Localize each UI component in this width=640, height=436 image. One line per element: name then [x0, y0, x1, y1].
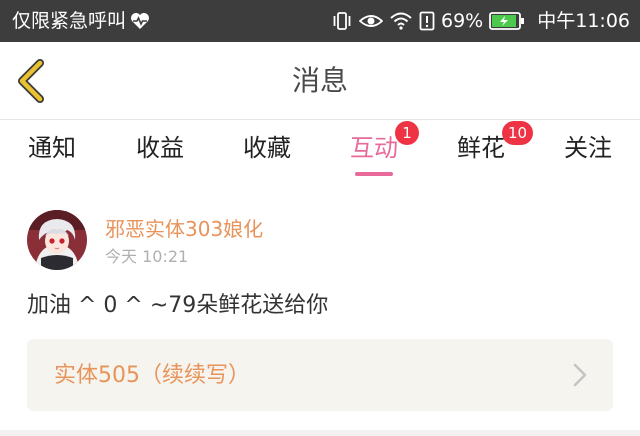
eye-icon [359, 12, 383, 30]
tab-label: 收益 [136, 134, 184, 162]
referenced-work-card[interactable]: 实体505（续续写） [27, 339, 613, 411]
heart-pulse-icon [130, 12, 150, 30]
clock: 中午11:06 [537, 10, 630, 32]
divider [0, 430, 640, 436]
tab-label: 鲜花 [457, 134, 505, 162]
tab-earnings[interactable]: 收益 [133, 133, 187, 183]
avatar[interactable] [27, 210, 87, 270]
status-left: 仅限紧急呼叫 [12, 9, 150, 33]
alert-icon [419, 11, 435, 31]
referenced-work-title: 实体505（续续写） [54, 363, 250, 388]
vibrate-icon [331, 11, 353, 31]
wifi-icon [389, 11, 413, 31]
chevron-right-icon [573, 363, 587, 387]
tab-favorites[interactable]: 收藏 [240, 133, 294, 183]
flowers-badge: 10 [502, 121, 534, 145]
status-bar: 仅限紧急呼叫 69% 中午11:06 [0, 0, 640, 42]
interactions-badge: 1 [395, 121, 419, 145]
tab-label: 互动 [350, 134, 398, 162]
status-right: 69% 中午11:06 [331, 9, 630, 33]
tab-label: 关注 [564, 134, 612, 162]
message-time: 今天 10:21 [105, 247, 189, 266]
nav-header: 消息 [0, 42, 640, 120]
username[interactable]: 邪恶实体303娘化 [105, 216, 263, 242]
tab-notifications[interactable]: 通知 [25, 133, 79, 183]
tab-label: 收藏 [243, 134, 291, 162]
battery-percent: 69% [441, 10, 484, 32]
active-tab-indicator [355, 172, 393, 176]
tab-interactions[interactable]: 互动 1 [347, 121, 419, 183]
tab-following[interactable]: 关注 [561, 133, 615, 183]
message-text: 加油 ^ 0 ^ ~79朵鲜花送给你 [27, 293, 329, 318]
emergency-call-text: 仅限紧急呼叫 [12, 10, 127, 32]
tab-bar: 通知 收益 收藏 互动 1 鲜花 10 关注 [0, 121, 640, 183]
battery-icon [489, 11, 525, 31]
tab-flowers[interactable]: 鲜花 10 [454, 121, 534, 183]
tab-label: 通知 [28, 134, 76, 162]
page-title: 消息 [291, 64, 348, 97]
